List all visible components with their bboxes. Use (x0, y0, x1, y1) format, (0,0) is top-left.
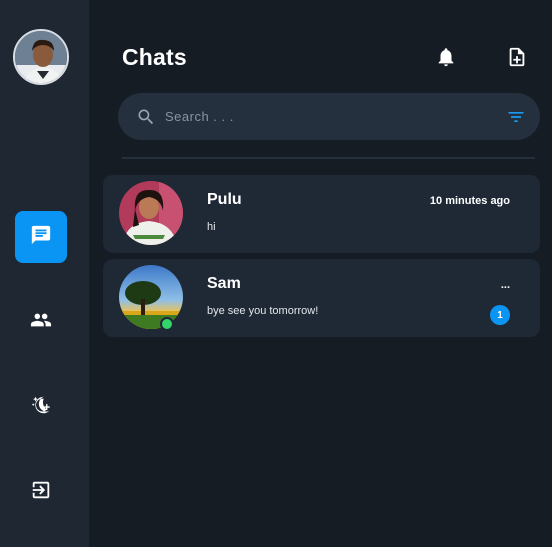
sidebar-item-contacts[interactable] (15, 296, 67, 348)
new-chat-button[interactable] (505, 47, 529, 71)
sidebar (0, 0, 89, 547)
search-bar (118, 93, 540, 140)
logout-icon (30, 479, 52, 506)
avatar (119, 265, 183, 329)
unread-badge: 1 (490, 305, 510, 325)
chat-list-item[interactable]: Pulu hi 10 minutes ago (103, 175, 540, 253)
online-status-indicator (160, 317, 174, 331)
message-preview: bye see you tomorrow! (207, 305, 319, 317)
filter-icon[interactable] (506, 107, 526, 127)
timestamp: 10 minutes ago (429, 195, 510, 207)
message-preview: hi (207, 221, 216, 233)
sidebar-item-logout[interactable] (15, 466, 67, 518)
page-title: Chats (122, 44, 187, 70)
new-chat-icon (506, 46, 528, 73)
timestamp: ... (500, 279, 510, 291)
theme-toggle-icon (30, 394, 52, 421)
bell-icon (435, 46, 457, 73)
sidebar-item-theme[interactable] (15, 381, 67, 433)
people-icon (30, 309, 52, 336)
chat-list-item[interactable]: Sam bye see you tomorrow! ... 1 (103, 259, 540, 337)
chat-bubble-icon (30, 224, 52, 251)
avatar (119, 181, 183, 245)
search-icon (136, 107, 156, 127)
notifications-button[interactable] (434, 47, 458, 71)
contact-name: Sam (207, 275, 241, 292)
search-input[interactable] (165, 103, 485, 130)
profile-avatar[interactable] (13, 29, 69, 85)
divider (122, 157, 535, 159)
contact-name: Pulu (207, 191, 242, 208)
sidebar-item-chats[interactable] (15, 211, 67, 263)
chat-list-panel: Chats Search . . . Pulu hi 10 minutes ag… (89, 0, 552, 547)
